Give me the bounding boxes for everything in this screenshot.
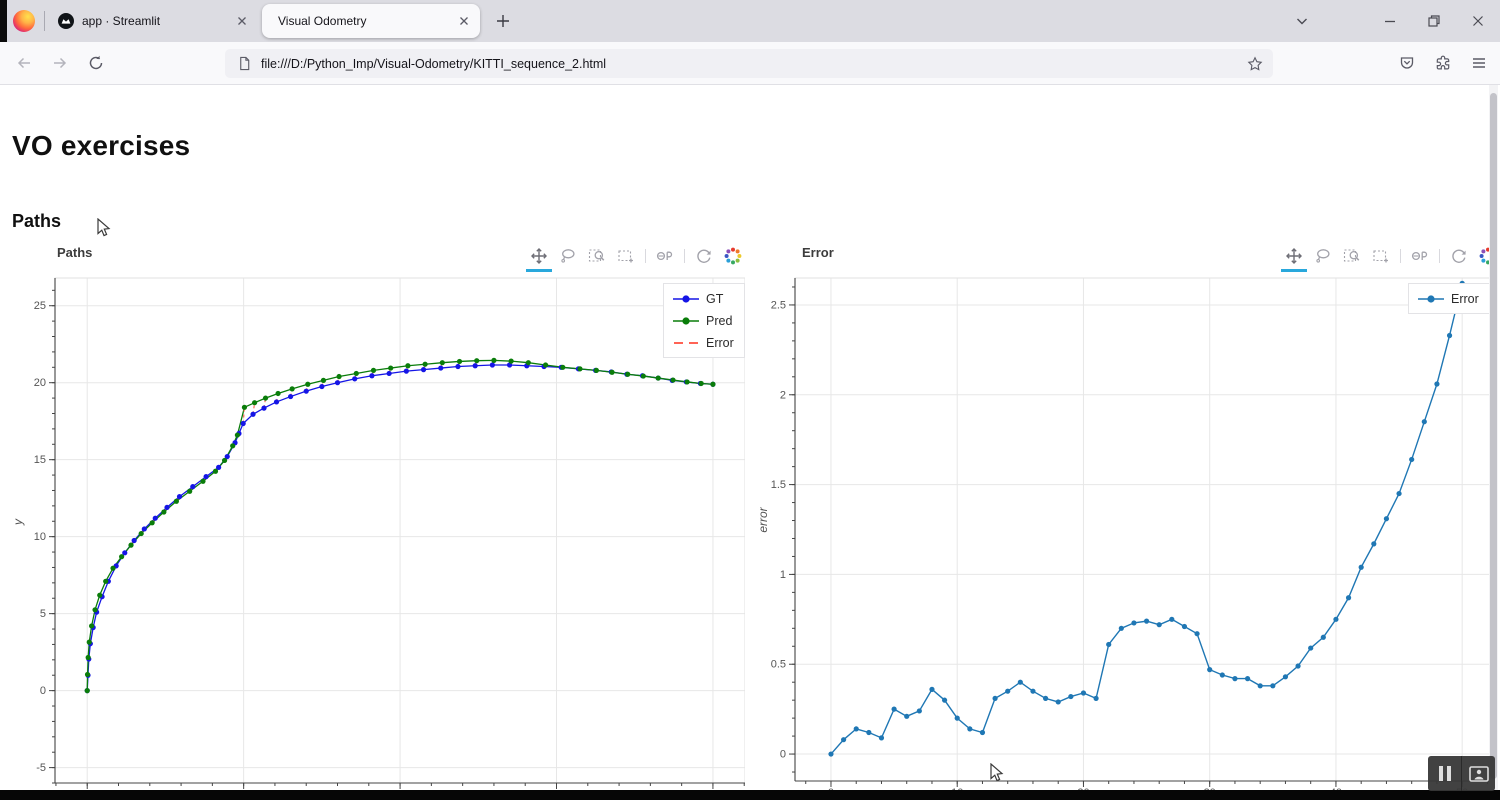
chart-title: Error bbox=[802, 245, 834, 260]
paths-chart-panel: Paths y -5 0 5 10 15 20 25 GT Pred Error bbox=[11, 240, 745, 800]
lasso-select-icon[interactable] bbox=[1313, 246, 1333, 266]
toolbar-separator bbox=[1400, 249, 1401, 263]
svg-text:2.5: 2.5 bbox=[771, 299, 786, 311]
svg-text:0: 0 bbox=[40, 685, 46, 697]
pan-icon[interactable] bbox=[1281, 246, 1307, 272]
svg-text:1.5: 1.5 bbox=[771, 479, 786, 491]
url-text[interactable]: file:///D:/Python_Imp/Visual-Odometry/KI… bbox=[261, 57, 1237, 71]
error-plot-area[interactable]: 0102030405000.511.522.5 bbox=[755, 264, 1500, 800]
error-chart-panel: Error error 0 0.5 1 1.5 2 2.5 Error bbox=[755, 240, 1500, 800]
tab-streamlit[interactable]: app · Streamlit bbox=[48, 4, 258, 38]
bokeh-logo[interactable] bbox=[723, 246, 743, 266]
bookmark-star-icon[interactable] bbox=[1247, 56, 1263, 72]
toolbar-separator bbox=[1439, 249, 1440, 263]
browser-tab-bar: app · Streamlit Visual Odometry bbox=[0, 0, 1500, 42]
chart-legend: GT Pred Error bbox=[663, 283, 745, 358]
page-title: VO exercises bbox=[12, 129, 191, 161]
section-heading: Paths bbox=[12, 211, 62, 231]
picture-frame-icon bbox=[1468, 765, 1489, 782]
legend-item-error: Error bbox=[674, 335, 734, 350]
svg-text:15: 15 bbox=[34, 454, 46, 466]
tab-close-icon[interactable] bbox=[456, 13, 472, 29]
url-bar[interactable]: file:///D:/Python_Imp/Visual-Odometry/KI… bbox=[225, 49, 1273, 78]
extensions-puzzle-icon[interactable] bbox=[1434, 54, 1452, 72]
toolbar-separator bbox=[645, 249, 646, 263]
close-window-button[interactable] bbox=[1470, 13, 1486, 29]
window-edge bbox=[0, 0, 7, 42]
toolbar-separator bbox=[684, 249, 685, 263]
box-select-icon[interactable] bbox=[616, 246, 636, 266]
scrollbar[interactable] bbox=[1489, 85, 1498, 790]
svg-text:1: 1 bbox=[780, 569, 786, 581]
svg-text:10: 10 bbox=[34, 531, 46, 543]
svg-text:5: 5 bbox=[40, 608, 46, 620]
video-letterbox-bar bbox=[0, 790, 1500, 800]
svg-text:25: 25 bbox=[34, 300, 46, 312]
picture-frame-button[interactable] bbox=[1462, 756, 1495, 791]
tab-visual-odometry[interactable]: Visual Odometry bbox=[262, 4, 480, 38]
reset-icon[interactable] bbox=[694, 246, 714, 266]
legend-item-gt: GT bbox=[673, 290, 734, 307]
pocket-icon[interactable] bbox=[1398, 54, 1416, 72]
forward-button[interactable] bbox=[51, 54, 69, 72]
pause-icon bbox=[1438, 766, 1451, 781]
box-zoom-icon[interactable] bbox=[587, 246, 607, 266]
tab-separator bbox=[44, 11, 45, 31]
back-button[interactable] bbox=[15, 54, 33, 72]
svg-text:-5: -5 bbox=[36, 762, 46, 774]
tab-title: Visual Odometry bbox=[278, 14, 367, 28]
scrollbar-thumb[interactable] bbox=[1490, 93, 1497, 779]
legend-item-pred: Pred bbox=[673, 312, 734, 329]
chart-title: Paths bbox=[57, 245, 93, 260]
svg-text:20: 20 bbox=[34, 377, 46, 389]
wheel-zoom-icon[interactable] bbox=[655, 246, 675, 266]
page-icon bbox=[240, 56, 250, 71]
restore-button[interactable] bbox=[1426, 13, 1442, 29]
firefox-logo-icon[interactable] bbox=[13, 10, 35, 32]
svg-text:0: 0 bbox=[780, 749, 786, 761]
box-zoom-icon[interactable] bbox=[1342, 246, 1362, 266]
svg-text:0.5: 0.5 bbox=[771, 659, 786, 671]
tab-close-icon[interactable] bbox=[234, 13, 250, 29]
chart-legend: Error bbox=[1408, 283, 1490, 314]
reset-icon[interactable] bbox=[1449, 246, 1469, 266]
minimize-button[interactable] bbox=[1382, 13, 1398, 29]
reload-button[interactable] bbox=[87, 54, 105, 72]
mouse-cursor bbox=[97, 218, 111, 237]
svg-text:2: 2 bbox=[780, 389, 786, 401]
paths-plot-area[interactable]: 010203040-50510152025 bbox=[12, 264, 745, 800]
tab-title: app · Streamlit bbox=[82, 14, 161, 28]
new-tab-button[interactable] bbox=[492, 10, 514, 32]
browser-navigation-bar: file:///D:/Python_Imp/Visual-Odometry/KI… bbox=[0, 42, 1500, 85]
pan-icon[interactable] bbox=[526, 246, 552, 272]
wheel-zoom-icon[interactable] bbox=[1410, 246, 1430, 266]
box-select-icon[interactable] bbox=[1371, 246, 1391, 266]
video-controls-overlay bbox=[1428, 756, 1495, 791]
legend-item-error: Error bbox=[1418, 290, 1479, 307]
mouse-cursor-ghost bbox=[990, 763, 1004, 782]
list-tabs-chevron-icon[interactable] bbox=[1294, 13, 1310, 29]
streamlit-favicon-icon bbox=[58, 13, 74, 29]
lasso-select-icon[interactable] bbox=[558, 246, 578, 266]
pause-button[interactable] bbox=[1428, 756, 1461, 791]
menu-hamburger-icon[interactable] bbox=[1470, 54, 1488, 72]
